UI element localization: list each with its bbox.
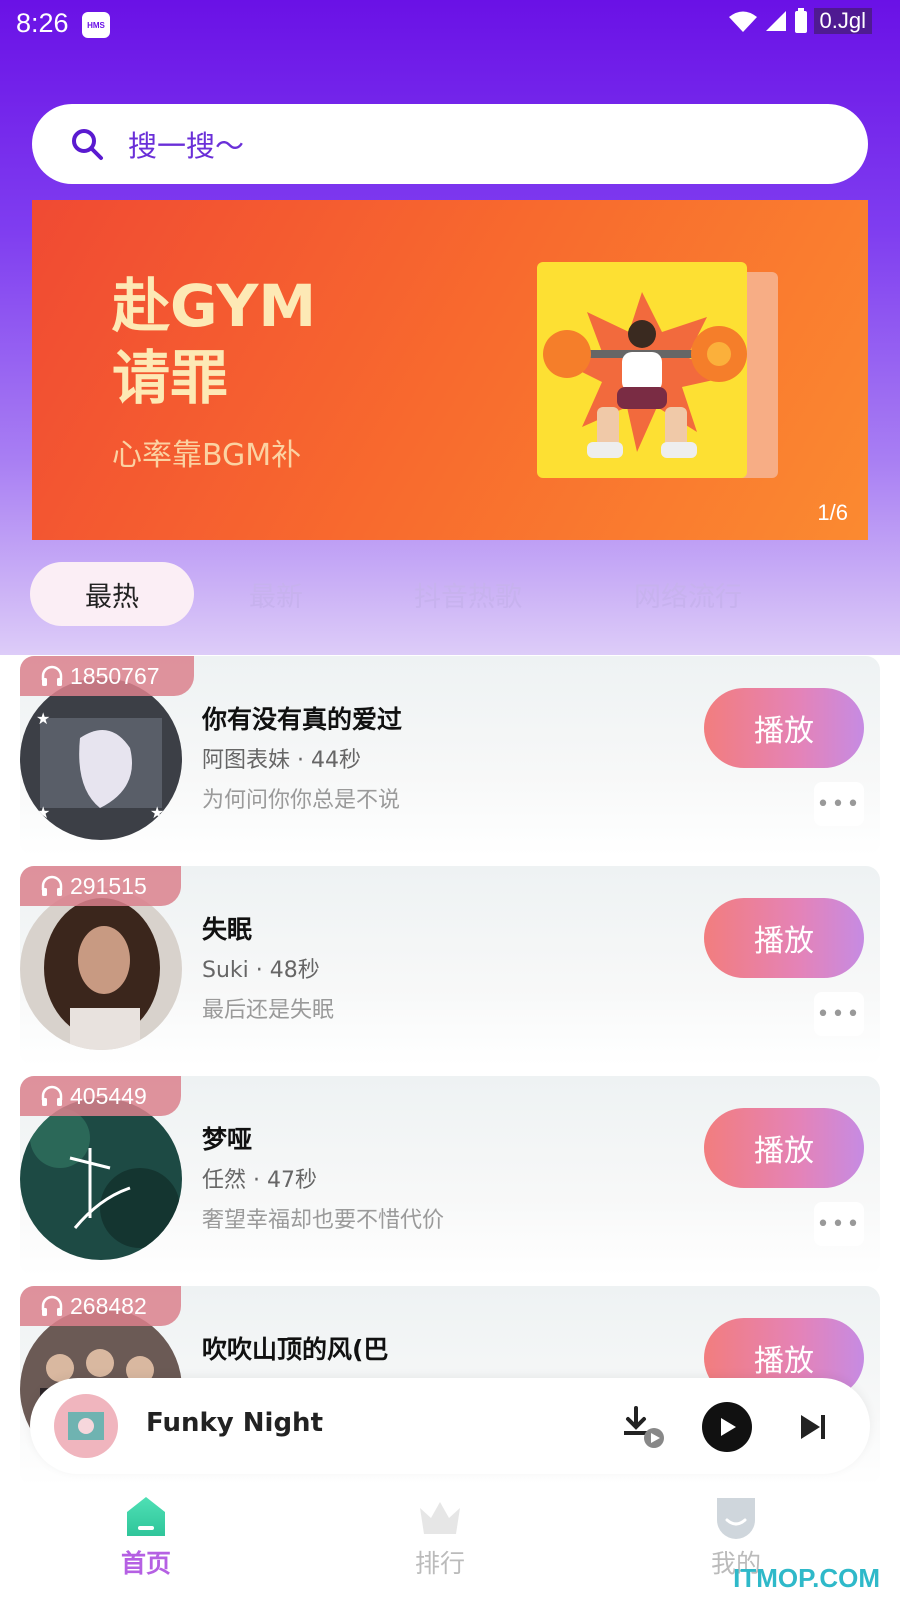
play-count-badge: 268482 (20, 1286, 181, 1326)
home-icon (127, 1497, 165, 1536)
banner-title-line1: 赴GYM (112, 272, 317, 340)
tab-douyin[interactable]: 抖音热歌 (398, 562, 538, 626)
svg-text:★: ★ (36, 709, 50, 728)
song-card[interactable]: 1850767 ★ ★ ★ 你有没有真的爱过 阿图表妹 · 44秒 为何问你你总… (20, 656, 880, 856)
nav-label: 排行 (414, 1549, 465, 1578)
hms-icon: HMS (82, 12, 110, 38)
play-button[interactable]: 播放 (704, 688, 864, 768)
banner-subtitle: 心率靠BGM补 (112, 438, 302, 473)
song-title: 你有没有真的爱过 (202, 705, 403, 734)
song-cover: ★ ★ ★ (20, 678, 182, 840)
crown-icon (420, 1502, 460, 1534)
tab-new[interactable]: 最新 (226, 562, 326, 626)
nav-ranking[interactable]: 排行 (380, 1494, 500, 1580)
play-count: 291515 (70, 872, 147, 899)
svg-text:★: ★ (36, 803, 50, 822)
search-placeholder[interactable]: 搜一搜～ (128, 123, 244, 165)
song-title: 梦哑 (202, 1125, 253, 1154)
song-lyric: 最后还是失眠 (202, 998, 335, 1023)
battery-icon (794, 8, 807, 33)
song-card[interactable]: 291515 失眠 Suki · 48秒 最后还是失眠 播放 ••• (20, 866, 880, 1066)
mini-player[interactable]: Funky Night (30, 1378, 870, 1474)
tab-hot[interactable]: 最热 (30, 562, 194, 626)
song-card[interactable]: 405449 梦哑 任然 · 47秒 奢望幸福却也要不惜代价 播放 ••• (20, 1076, 880, 1276)
play-count-badge: 291515 (20, 866, 181, 906)
headphones-icon (41, 665, 63, 686)
play-count-badge: 1850767 (20, 656, 194, 696)
download-icon[interactable] (620, 1404, 666, 1450)
status-icons: 0.Jgl (728, 8, 872, 34)
next-icon[interactable] (798, 1412, 828, 1442)
search-icon (72, 129, 103, 160)
play-button[interactable]: 播放 (704, 1108, 864, 1188)
nav-home[interactable]: 首页 (86, 1494, 206, 1580)
watermark: ITMOP.COM (733, 1563, 880, 1593)
song-lyric: 奢望幸福却也要不惜代价 (202, 1208, 445, 1233)
headphones-icon (41, 875, 63, 896)
play-count: 268482 (70, 1292, 147, 1319)
banner-title-line2: 请罪 (112, 344, 229, 412)
song-cover (20, 888, 182, 1050)
play-count: 1850767 (70, 662, 160, 689)
play-button[interactable]: 播放 (704, 898, 864, 978)
status-carrier: 0.Jgl (813, 8, 872, 34)
headphones-icon (41, 1085, 63, 1106)
more-options-button[interactable]: ••• (814, 1202, 864, 1246)
song-cover (20, 1098, 182, 1260)
player-song-title: Funky Night (146, 1408, 323, 1438)
status-bar: 8:26 HMS 0.Jgl (0, 0, 900, 50)
player-cover (54, 1394, 118, 1458)
song-title: 吹吹山顶的风(巴 (202, 1335, 389, 1364)
status-time: 8:26 (16, 8, 69, 38)
play-pause-button[interactable] (702, 1402, 752, 1452)
svg-text:★: ★ (150, 803, 164, 822)
category-tabs: 最热 最新 抖音热歌 网络流行 (30, 562, 870, 626)
signal-icon (765, 11, 786, 31)
search-bar[interactable]: 搜一搜～ (32, 104, 868, 184)
headphones-icon (41, 1295, 63, 1316)
nav-label: 首页 (120, 1549, 171, 1578)
play-icon (721, 1418, 736, 1436)
song-lyric: 为何问你你总是不说 (202, 788, 401, 813)
tab-network[interactable]: 网络流行 (618, 562, 758, 626)
song-meta: 阿图表妹 · 44秒 (202, 748, 361, 773)
more-options-button[interactable]: ••• (814, 992, 864, 1036)
song-meta: 任然 · 47秒 (202, 1168, 317, 1193)
promo-banner[interactable]: 赴GYM 请罪 心率靠BGM补 1/6 (32, 200, 868, 540)
profile-icon (717, 1498, 755, 1539)
song-meta: Suki · 48秒 (202, 958, 320, 983)
play-count: 405449 (70, 1082, 147, 1109)
play-count-badge: 405449 (20, 1076, 181, 1116)
banner-page-counter: 1/6 (817, 500, 848, 525)
more-options-button[interactable]: ••• (814, 782, 864, 826)
banner-artwork (537, 262, 747, 478)
wifi-icon (728, 11, 757, 32)
song-title: 失眠 (202, 915, 253, 944)
